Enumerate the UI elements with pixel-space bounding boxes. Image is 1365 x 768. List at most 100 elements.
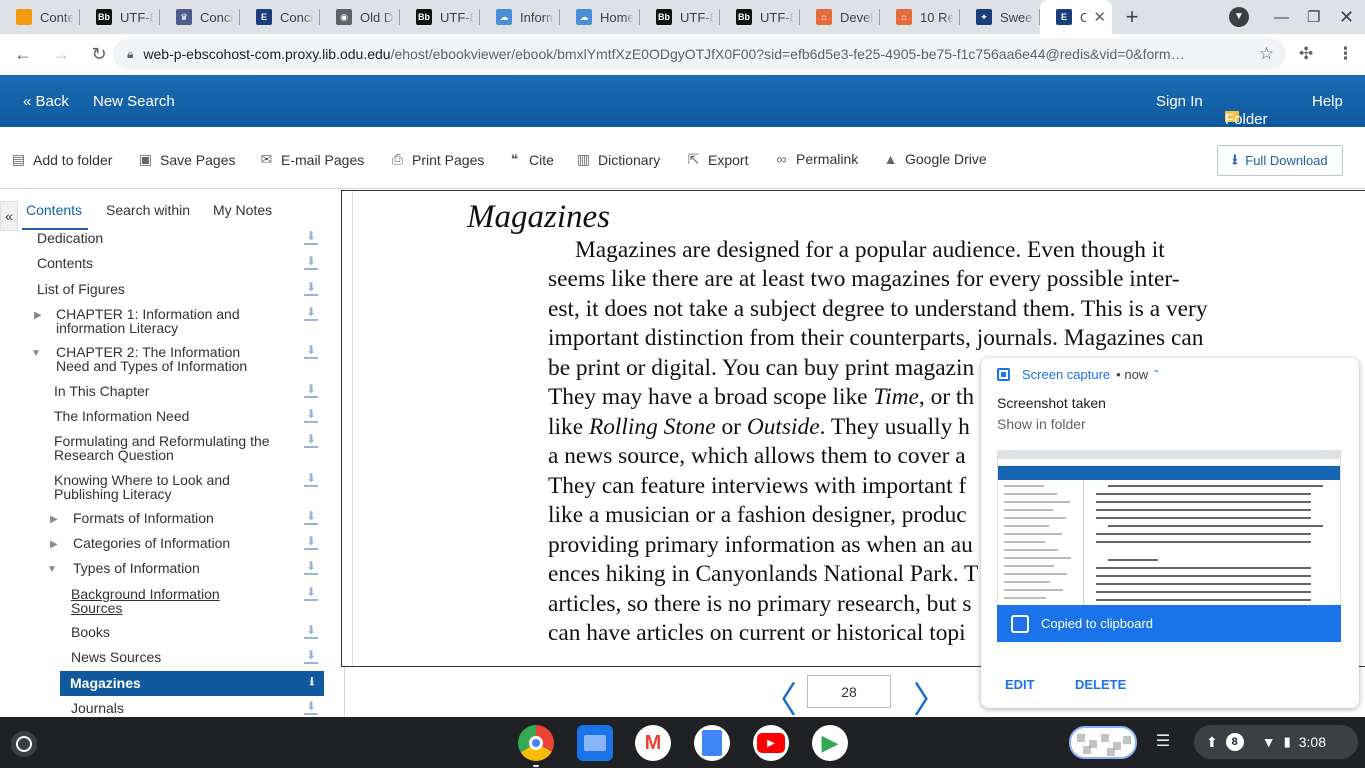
toc-item[interactable]: Dedication [37,231,277,245]
browser-tab[interactable]: E Concis [240,0,320,34]
files-app-icon[interactable] [577,725,613,761]
reload-button[interactable]: ↻ [82,37,116,71]
add-to-folder-button[interactable]: ▤ Add to folder [10,151,113,168]
browser-tab[interactable]: Bb UTF-8" [720,0,800,34]
toc-item[interactable]: Types of Information [73,561,293,575]
full-download-button[interactable]: ⭳ Full Download [1217,145,1343,176]
toc-item[interactable]: Books [71,625,291,639]
browser-tab[interactable]: ⌂ Develo [800,0,880,34]
download-chapter-icon[interactable] [303,700,319,716]
browser-tab[interactable]: Conter [0,0,80,34]
caret-right-icon[interactable]: ▶ [34,310,42,321]
toc-item[interactable]: News Sources [71,650,291,664]
download-chapter-icon[interactable] [303,624,319,640]
export-button[interactable]: ⇱ Export [685,151,749,168]
download-chapter-icon[interactable] [303,408,319,424]
google-docs-app-icon[interactable] [694,725,730,761]
download-chapter-icon[interactable] [303,472,319,488]
browser-tab[interactable]: Bb UTF-8" [640,0,720,34]
toc-item[interactable]: In This Chapter [54,384,294,398]
holding-space-thumbnail[interactable] [1069,726,1137,759]
tab-search-within[interactable]: Search within [106,202,190,218]
toc-item[interactable]: Knowing Where to Look and Publishing Lit… [54,473,254,501]
tab-my-notes[interactable]: My Notes [213,202,272,218]
maximize-button[interactable]: ❐ [1307,0,1320,34]
tab-contents[interactable]: Contents [26,202,82,218]
toc-item[interactable]: Journals [71,701,291,715]
close-tab-icon[interactable]: ✕ [1093,8,1106,26]
collapse-sidebar-button[interactable]: « [0,201,18,231]
toc-item[interactable]: CHAPTER 2: The Information Need and Type… [56,345,261,373]
print-pages-button[interactable]: ⎙ Print Pages [389,151,484,168]
previous-page-button[interactable]: 〈 [761,671,797,723]
browser-tab[interactable]: ⌂ 10 Res [880,0,960,34]
back-link[interactable]: « Back [23,93,69,110]
edit-button[interactable]: EDIT [1005,677,1035,692]
browser-tab[interactable]: Bb UTF-8" [80,0,160,34]
system-tray[interactable]: ⬆ 8 ▼ ▮ 3:08 [1194,725,1358,759]
chrome-app-icon[interactable] [518,725,554,767]
delete-button[interactable]: DELETE [1075,677,1126,692]
toc-item[interactable]: CHAPTER 1: Information and information L… [56,307,256,335]
caret-down-icon[interactable]: ▼ [31,348,41,359]
email-pages-button[interactable]: ✉ E-mail Pages [258,151,365,168]
browser-menu-button[interactable]: ⋮ [1337,34,1354,74]
show-in-folder-link[interactable]: Show in folder [997,416,1086,432]
download-chapter-icon[interactable] [303,433,319,449]
download-chapter-icon[interactable] [303,649,319,665]
help-link[interactable]: Help [1312,93,1343,110]
new-search-link[interactable]: New Search [93,93,175,110]
extensions-button[interactable]: ✣ [1299,34,1313,74]
browser-tab[interactable]: E Co ✕ [1040,0,1112,34]
tote-icon[interactable]: ☰ [1150,731,1176,755]
download-chapter-icon[interactable]: ⭳ [310,674,314,688]
download-chapter-icon[interactable] [303,535,319,551]
next-page-button[interactable]: 〉 [913,671,949,723]
sign-in-link[interactable]: Sign In [1156,93,1203,110]
play-store-app-icon[interactable]: ▶ [812,725,848,761]
dictionary-button[interactable]: ▥ Dictionary [575,151,660,168]
gmail-app-icon[interactable]: M [635,725,671,761]
download-chapter-icon[interactable] [303,230,319,246]
toc-item[interactable]: Formats of Information [73,511,293,525]
notification-header[interactable]: Screen capture • now ⌃ [997,367,1161,382]
browser-tab[interactable]: ✦ SweetS [960,0,1040,34]
omnibox[interactable]: 🔒︎ web-p-ebscohost-com.proxy.lib.odu.edu… [113,38,1286,70]
toc-item[interactable]: Background Information Sources [71,587,241,615]
page-number-input[interactable]: 28 [807,675,891,708]
permalink-button[interactable]: ∞ Permalink [773,151,859,167]
cite-button[interactable]: ❝ Cite [506,151,554,168]
browser-tab[interactable]: ☁ Home [560,0,640,34]
youtube-app-icon[interactable]: ▶ [753,725,789,761]
download-chapter-icon[interactable] [303,560,319,576]
toc-item[interactable]: List of Figures [37,282,277,296]
download-chapter-icon[interactable] [303,281,319,297]
download-chapter-icon[interactable] [303,344,319,360]
url-text[interactable]: web-p-ebscohost-com.proxy.lib.odu.edu/eh… [143,46,1233,62]
back-button[interactable]: ← [6,37,40,71]
browser-tab[interactable]: ◉ Old Do [320,0,400,34]
browser-tab[interactable]: ♛ Concis [160,0,240,34]
browser-tab[interactable]: ☁ Inform [480,0,560,34]
toc-item[interactable]: The Information Need [54,409,294,423]
close-window-button[interactable]: ✕ [1339,0,1354,34]
toc-item[interactable]: Categories of Information [73,536,293,550]
browser-tab[interactable]: Bb UTF-8" [400,0,480,34]
toc-item[interactable]: Magazines ⭳ [60,671,324,696]
download-chapter-icon[interactable] [303,255,319,271]
download-chapter-icon[interactable] [303,510,319,526]
tab-search-button[interactable]: ▼ [1229,0,1249,34]
bookmark-star-icon[interactable]: ☆ [1259,44,1274,64]
download-chapter-icon[interactable] [303,383,319,399]
caret-right-icon[interactable]: ▶ [50,514,58,525]
download-chapter-icon[interactable] [303,586,319,602]
toc-item[interactable]: Contents [37,256,277,270]
google-drive-button[interactable]: ▲ Google Drive [882,151,987,167]
minimize-button[interactable]: — [1274,0,1289,34]
caret-down-icon[interactable]: ▼ [47,564,57,575]
caret-right-icon[interactable]: ▶ [50,539,58,550]
forward-button[interactable]: → [44,37,78,71]
toc-item[interactable]: Formulating and Reformulating the Resear… [54,434,274,462]
save-pages-button[interactable]: ▣ Save Pages [137,151,236,168]
launcher-button[interactable] [11,731,37,757]
